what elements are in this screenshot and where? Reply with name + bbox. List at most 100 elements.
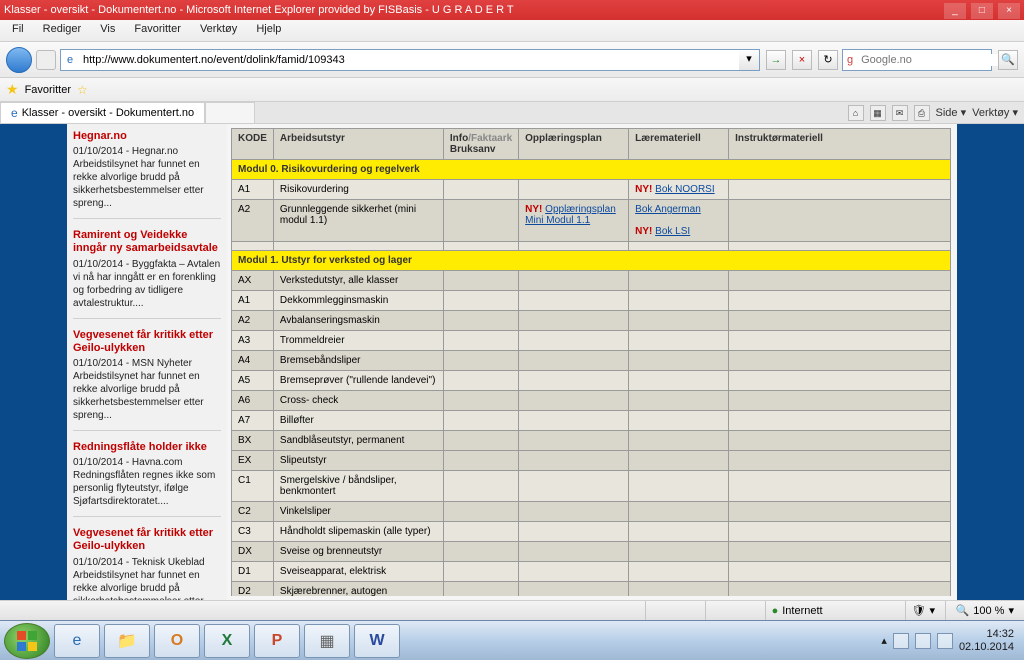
feeds-icon[interactable]: ▦ [870, 105, 886, 121]
menu-hjelp[interactable]: Hjelp [248, 20, 289, 38]
taskbar-powerpoint[interactable]: P [254, 624, 300, 658]
news-sidebar: Hegnar.no 01/10/2014 - Hegnar.no Arbeidst… [67, 124, 227, 600]
tab-favicon-icon: e [11, 106, 18, 120]
news-title[interactable]: Vegvesenet får kritikk etter Geilo-ulykk… [73, 329, 221, 355]
maximize-button[interactable]: □ [971, 3, 993, 19]
table-row: DXSveise og brenneutstyr [232, 542, 951, 562]
minimize-button[interactable]: _ [944, 3, 966, 19]
menu-vis[interactable]: Vis [92, 20, 123, 38]
news-item: Vegvesenet får kritikk etter Geilo-ulykk… [73, 527, 221, 600]
table-row: A7Billøfter [232, 411, 951, 431]
news-title[interactable]: Ramirent og Veidekke inngår ny samarbeid… [73, 229, 221, 255]
table-row: A6Cross- check [232, 391, 951, 411]
news-item: Vegvesenet får kritikk etter Geilo-ulykk… [73, 329, 221, 431]
start-button[interactable] [4, 623, 50, 659]
go-button[interactable]: → [766, 50, 786, 70]
news-meta: 01/10/2014 - Teknisk Ukeblad Arbeidstils… [73, 556, 221, 601]
close-button[interactable]: × [998, 3, 1020, 19]
search-box[interactable]: g [842, 49, 992, 71]
col-laere: Læremateriell [629, 129, 729, 160]
table-row [232, 242, 951, 251]
address-bar[interactable]: e ▾ [60, 49, 760, 71]
col-kode: KODE [232, 129, 274, 160]
tray-flag-icon[interactable] [893, 633, 909, 649]
refresh-button[interactable]: ↻ [818, 50, 838, 70]
tab-active[interactable]: e Klasser - oversikt - Dokumentert.no [0, 102, 205, 123]
internet-zone-icon: ● [772, 605, 779, 617]
tray-show-hidden-icon[interactable]: ▴ [881, 634, 887, 647]
add-favorite-icon[interactable]: ☆ [77, 83, 88, 97]
url-dropdown-icon[interactable]: ▾ [739, 50, 759, 70]
new-tab-button[interactable] [205, 102, 255, 123]
taskbar-outlook[interactable]: O [154, 624, 200, 658]
col-instr: Instruktørmateriell [729, 129, 951, 160]
equipment-table: KODE Arbeidsutstyr Info/Faktaark Bruksan… [231, 128, 951, 596]
tools-menu[interactable]: Verktøy ▾ [972, 106, 1018, 119]
status-bar: ● Internett 🛡▾ 🔍 100 % ▾ [0, 600, 1024, 620]
news-meta: 01/10/2014 - Hegnar.no Arbeidstilsynet h… [73, 145, 221, 210]
favorites-bar: ★ Favoritter ☆ [0, 78, 1024, 102]
news-item: Ramirent og Veidekke inngår ny samarbeid… [73, 229, 221, 318]
taskbar-app[interactable]: ▦ [304, 624, 350, 658]
news-title[interactable]: Hegnar.no [73, 130, 221, 143]
back-button[interactable] [6, 47, 32, 73]
news-meta: 01/10/2014 - Byggfakta – Avtalen vi nå h… [73, 258, 221, 310]
table-row: C1Smergelskive / båndsliper, benkmontert [232, 471, 951, 502]
search-input[interactable] [857, 54, 1007, 66]
tray-clock[interactable]: 14:32 02.10.2014 [959, 628, 1014, 652]
col-info: Info/Faktaark Bruksanv [443, 129, 518, 160]
news-meta: 01/10/2014 - Havna.com Redningsflåten re… [73, 456, 221, 508]
news-title[interactable]: Redningsflåte holder ikke [73, 441, 221, 454]
table-row: EXSlipeutstyr [232, 451, 951, 471]
taskbar-explorer[interactable]: 📁 [104, 624, 150, 658]
favorites-star-icon[interactable]: ★ [6, 81, 19, 98]
main-scroll[interactable]: KODE Arbeidsutstyr Info/Faktaark Bruksan… [231, 128, 953, 596]
taskbar-ie[interactable]: e [54, 624, 100, 658]
internet-zone-label: Internett [782, 605, 822, 617]
table-row: D2Skjærebrenner, autogen [232, 582, 951, 597]
content-area: Hegnar.no 01/10/2014 - Hegnar.no Arbeidst… [0, 124, 1024, 600]
col-arbeid: Arbeidsutstyr [273, 129, 443, 160]
side-menu[interactable]: Side ▾ [936, 106, 967, 119]
table-row: A2Avbalanseringsmaskin [232, 311, 951, 331]
table-row: A3Trommeldreier [232, 331, 951, 351]
system-tray: ▴ 14:32 02.10.2014 [875, 628, 1020, 652]
forward-button[interactable] [36, 50, 56, 70]
search-provider-icon: g [843, 54, 857, 66]
stop-button[interactable]: × [792, 50, 812, 70]
nav-bar: e ▾ → × ↻ g 🔍 [0, 42, 1024, 78]
menu-fil[interactable]: Fil [4, 20, 32, 38]
zoom-level: 100 % [973, 605, 1004, 617]
zoom-icon[interactable]: 🔍 [956, 604, 970, 617]
taskbar-excel[interactable]: X [204, 624, 250, 658]
link-bok-angerman[interactable]: Bok Angerman [635, 204, 701, 215]
table-row: A4Bremsebåndsliper [232, 351, 951, 371]
taskbar-word[interactable]: W [354, 624, 400, 658]
table-row: A5Bremseprøver ("rullende landevei") [232, 371, 951, 391]
search-button[interactable]: 🔍 [998, 50, 1018, 70]
link-bok-lsi[interactable]: Bok LSI [655, 226, 690, 237]
news-meta: 01/10/2014 - MSN Nyheter Arbeidstilsynet… [73, 357, 221, 422]
table-row: A2 Grunnleggende sikkerhet (mini modul 1… [232, 200, 951, 242]
mail-icon[interactable]: ✉ [892, 105, 908, 121]
module-header: Modul 0. Risikovurdering og regelverk [232, 160, 951, 180]
news-title[interactable]: Vegvesenet får kritikk etter Geilo-ulykk… [73, 527, 221, 553]
home-icon[interactable]: ⌂ [848, 105, 864, 121]
url-input[interactable] [79, 54, 737, 66]
menu-rediger[interactable]: Rediger [35, 20, 90, 38]
table-row: C2Vinkelsliper [232, 502, 951, 522]
protected-mode-icon: 🛡 [912, 604, 926, 617]
news-item: Hegnar.no 01/10/2014 - Hegnar.no Arbeidst… [73, 130, 221, 219]
table-row: BXSandblåseutstyr, permanent [232, 431, 951, 451]
link-bok-noorsi[interactable]: Bok NOORSI [655, 184, 714, 195]
tray-network-icon[interactable] [915, 633, 931, 649]
favorites-label[interactable]: Favoritter [25, 84, 71, 96]
menu-verktoy[interactable]: Verktøy [192, 20, 245, 38]
print-icon[interactable]: ⎙ [914, 105, 930, 121]
news-item: Redningsflåte holder ikke 01/10/2014 - Ha… [73, 441, 221, 517]
tray-volume-icon[interactable] [937, 633, 953, 649]
table-row: A1 Risikovurdering NY! Bok NOORSI [232, 180, 951, 200]
col-opplaer: Opplæringsplan [519, 129, 629, 160]
menu-favoritter[interactable]: Favoritter [126, 20, 188, 38]
tab-title: Klasser - oversikt - Dokumentert.no [22, 107, 194, 119]
